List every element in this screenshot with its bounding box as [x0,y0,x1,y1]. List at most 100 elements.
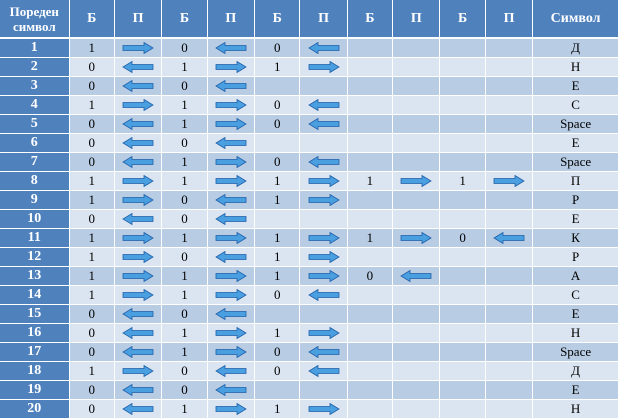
bit-cell: 0 [69,77,115,96]
bit-cell: 1 [69,191,115,210]
bit-cell [255,305,301,324]
direction-cell [393,39,441,58]
right-arrow-icon [208,175,254,187]
bit-cell [347,153,394,172]
symbol-cell: Д [533,39,619,58]
bit-cell: 0 [162,39,208,58]
bit-cell: 1 [162,96,208,115]
bit-cell: 1 [255,172,301,191]
bit-cell [347,58,394,77]
header-b-1: Б [69,0,115,39]
right-arrow-icon [300,270,346,282]
direction-cell [114,229,163,248]
row-index: 6 [0,134,70,153]
right-arrow-icon [208,270,254,282]
header-b-2: Б [162,0,208,39]
direction-cell [485,115,534,134]
bit-cell [347,191,394,210]
direction-cell [393,267,441,286]
right-arrow-icon [393,175,439,187]
bit-cell [440,381,486,400]
direction-cell [300,305,348,324]
bit-cell: 0 [69,343,115,362]
right-arrow-icon [300,251,346,263]
bit-cell: 0 [162,362,208,381]
header-p-5: П [485,0,534,39]
bit-cell: 0 [255,343,301,362]
left-arrow-icon [115,346,161,358]
bit-cell [347,343,394,362]
direction-cell [207,134,256,153]
direction-cell [114,210,163,229]
table-row: 19 0 0 Е [0,381,619,400]
direction-cell [485,343,534,362]
symbol-cell: П [533,172,619,191]
direction-cell [114,286,163,305]
symbol-cell: Р [533,248,619,267]
bit-cell: 1 [69,172,115,191]
bit-cell: 1 [162,153,208,172]
direction-cell [393,77,441,96]
direction-cell [207,191,256,210]
symbol-cell: Space [533,115,619,134]
left-arrow-icon [208,137,254,149]
header-index: Пореден символ [0,0,70,39]
bit-cell: 0 [255,362,301,381]
direction-cell [300,267,348,286]
row-index: 17 [0,343,70,362]
table-row: 4110С [0,96,619,115]
right-arrow-icon [208,118,254,130]
direction-cell [207,96,256,115]
direction-cell [393,381,441,400]
bit-cell [347,115,394,134]
direction-cell [114,324,163,343]
direction-cell [393,229,441,248]
bit-cell: 1 [69,229,115,248]
bit-cell: 0 [69,153,115,172]
direction-cell [393,400,441,419]
table-row: 11 1 1 1 1 0 К [0,229,619,248]
direction-cell [393,96,441,115]
direction-cell [393,134,441,153]
row-index: 4 [0,96,70,115]
left-arrow-icon [115,61,161,73]
direction-cell [114,134,163,153]
direction-cell [393,248,441,267]
bit-cell [440,210,486,229]
direction-cell [207,267,256,286]
bit-cell [347,324,394,343]
bit-cell [440,324,486,343]
bit-cell: 1 [347,229,394,248]
direction-cell [207,210,256,229]
direction-cell [485,286,534,305]
symbol-cell: Н [533,400,619,419]
direction-cell [485,172,534,191]
table-row: 12 1 0 1 Р [0,248,619,267]
left-arrow-icon [208,308,254,320]
right-arrow-icon [208,346,254,358]
bit-cell: 0 [69,305,115,324]
bit-cell [440,267,486,286]
direction-cell [300,286,348,305]
left-arrow-icon [300,156,346,168]
direction-cell [300,153,348,172]
direction-cell [485,381,534,400]
table-row: 811111П [0,172,619,191]
bit-cell: 0 [440,229,486,248]
direction-cell [485,96,534,115]
right-arrow-icon [300,194,346,206]
bit-cell: 1 [255,324,301,343]
row-index: 15 [0,305,70,324]
direction-cell [207,115,256,134]
bit-cell [347,77,394,96]
direction-cell [300,343,348,362]
table-row: 600Е [0,134,619,153]
bit-cell [347,362,394,381]
table-row: 15 0 0 Е [0,305,619,324]
right-arrow-icon [115,42,161,54]
bit-cell: 1 [162,172,208,191]
direction-cell [207,39,256,58]
direction-cell [114,172,163,191]
direction-cell [114,381,163,400]
bit-cell: 1 [255,267,301,286]
